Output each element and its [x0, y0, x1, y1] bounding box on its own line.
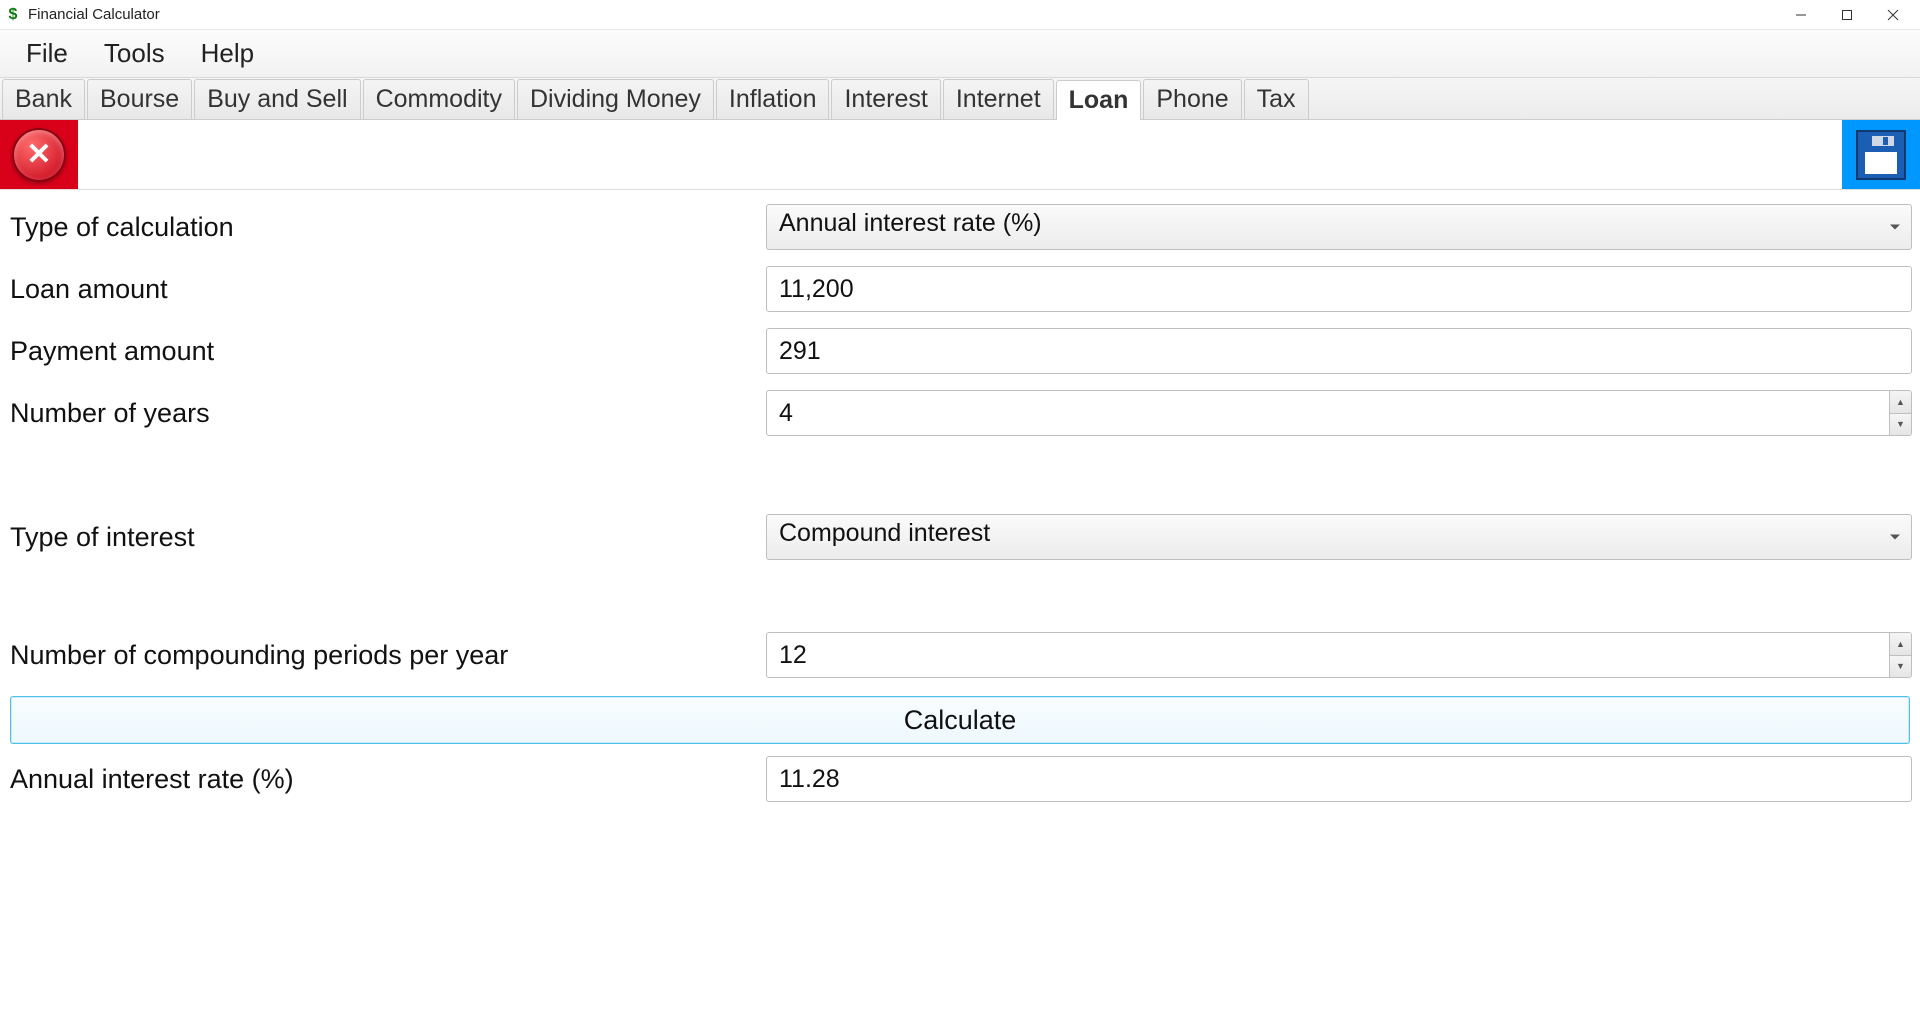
app-icon: $	[4, 6, 22, 24]
years-step-up[interactable]: ▲	[1889, 391, 1911, 414]
close-circle-icon: ✕	[12, 128, 66, 182]
label-compounding-periods: Number of compounding periods per year	[8, 640, 766, 671]
tab-inflation[interactable]: Inflation	[716, 79, 830, 119]
row-type-of-calculation: Type of calculation Annual interest rate…	[8, 198, 1912, 256]
clear-button[interactable]: ✕	[0, 120, 78, 189]
output-annual-interest-rate[interactable]	[766, 756, 1912, 802]
tab-bourse[interactable]: Bourse	[87, 79, 192, 119]
titlebar: $ Financial Calculator	[0, 0, 1920, 30]
tab-tax[interactable]: Tax	[1244, 79, 1309, 119]
label-result: Annual interest rate (%)	[8, 764, 766, 795]
menu-tools[interactable]: Tools	[86, 34, 183, 73]
tab-commodity[interactable]: Commodity	[363, 79, 515, 119]
periods-step-down[interactable]: ▼	[1889, 656, 1911, 678]
actionbar: ✕	[0, 120, 1920, 190]
tab-internet[interactable]: Internet	[943, 79, 1054, 119]
tabbar: Bank Bourse Buy and Sell Commodity Divid…	[0, 78, 1920, 120]
input-payment-amount[interactable]	[766, 328, 1912, 374]
tab-interest[interactable]: Interest	[831, 79, 940, 119]
menu-file[interactable]: File	[8, 34, 86, 73]
calculate-button[interactable]: Calculate	[10, 696, 1910, 744]
input-number-of-years[interactable]	[766, 390, 1912, 436]
label-type-of-interest: Type of interest	[8, 522, 766, 553]
menu-help[interactable]: Help	[183, 34, 272, 73]
tab-phone[interactable]: Phone	[1143, 79, 1241, 119]
years-step-down[interactable]: ▼	[1889, 414, 1911, 436]
row-loan-amount: Loan amount	[8, 260, 1912, 318]
row-number-of-years: Number of years ▲ ▼	[8, 384, 1912, 442]
row-result: Annual interest rate (%)	[8, 750, 1912, 808]
label-loan-amount: Loan amount	[8, 274, 766, 305]
label-number-of-years: Number of years	[8, 398, 766, 429]
window-title: Financial Calculator	[28, 6, 160, 23]
save-button[interactable]	[1842, 120, 1920, 189]
dropdown-type-of-interest[interactable]: Compound interest	[766, 514, 1912, 560]
input-loan-amount[interactable]	[766, 266, 1912, 312]
dropdown-type-of-calculation[interactable]: Annual interest rate (%)	[766, 204, 1912, 250]
row-compounding-periods: Number of compounding periods per year ▲…	[8, 626, 1912, 684]
save-icon	[1856, 130, 1906, 180]
tab-dividing-money[interactable]: Dividing Money	[517, 79, 714, 119]
menubar: File Tools Help	[0, 30, 1920, 78]
label-payment-amount: Payment amount	[8, 336, 766, 367]
tab-buy-and-sell[interactable]: Buy and Sell	[194, 79, 360, 119]
row-payment-amount: Payment amount	[8, 322, 1912, 380]
tab-loan[interactable]: Loan	[1056, 80, 1142, 120]
close-button[interactable]	[1870, 0, 1916, 30]
periods-step-up[interactable]: ▲	[1889, 633, 1911, 656]
label-type-of-calculation: Type of calculation	[8, 212, 766, 243]
tab-bank[interactable]: Bank	[2, 79, 85, 119]
input-compounding-periods[interactable]	[766, 632, 1912, 678]
minimize-button[interactable]	[1778, 0, 1824, 30]
row-type-of-interest: Type of interest Compound interest	[8, 508, 1912, 566]
maximize-button[interactable]	[1824, 0, 1870, 30]
form-area: Type of calculation Annual interest rate…	[0, 190, 1920, 820]
